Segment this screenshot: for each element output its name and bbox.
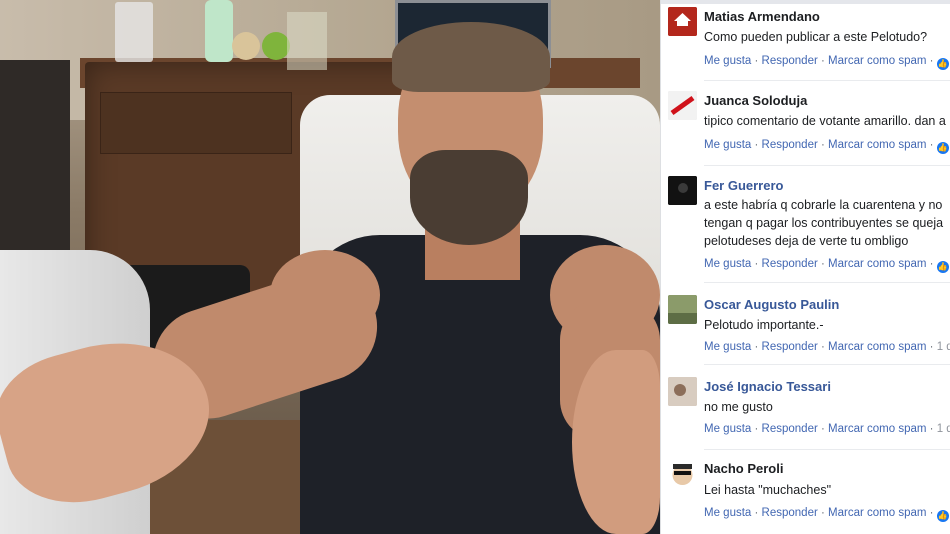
comment-text: tipico comentario de votante amarillo. d… xyxy=(704,114,946,128)
thumbs-up-icon: 👍 xyxy=(936,58,949,70)
avatar[interactable] xyxy=(668,460,697,489)
face-icon xyxy=(668,460,697,489)
divider xyxy=(704,449,950,450)
thumbs-up-icon: 👍 xyxy=(936,142,949,154)
avatar[interactable] xyxy=(668,91,697,120)
divider xyxy=(704,364,950,365)
house-icon xyxy=(668,7,697,36)
like-link[interactable]: Me gusta xyxy=(704,341,751,353)
spam-link[interactable]: Marcar como spam xyxy=(828,139,926,151)
profile-photo-icon xyxy=(668,176,697,205)
commenter-name[interactable]: Matias Armendano xyxy=(704,9,820,24)
person xyxy=(0,0,660,534)
team-crest-icon xyxy=(668,91,697,120)
comment-actions: Me gusta · Responder · Marcar como spam … xyxy=(704,423,950,435)
photo xyxy=(0,0,660,534)
commenter-name[interactable]: José Ignacio Tessari xyxy=(704,379,831,394)
comment-text: Como pueden publicar a este Pelotudo? xyxy=(704,30,928,44)
spam-link[interactable]: Marcar como spam xyxy=(828,507,926,519)
like-link[interactable]: Me gusta xyxy=(704,507,751,519)
comment-actions: Me gusta · Responder · Marcar como spam … xyxy=(704,55,949,70)
reply-link[interactable]: Responder xyxy=(762,55,818,67)
divider xyxy=(704,80,950,81)
avatar[interactable] xyxy=(668,176,697,205)
comment-text: no me gusto xyxy=(704,400,773,414)
profile-photo-icon xyxy=(668,377,697,406)
like-link[interactable]: Me gusta xyxy=(704,55,751,67)
comment-text-line-1: a este habría q cobrarle la cuarentena y… xyxy=(704,198,943,212)
comment-actions: Me gusta · Responder · Marcar como spam … xyxy=(704,341,950,353)
avatar[interactable] xyxy=(668,377,697,406)
reply-link[interactable]: Responder xyxy=(762,258,818,270)
like-link[interactable]: Me gusta xyxy=(704,423,751,435)
thumbs-up-icon: 👍 xyxy=(936,510,949,522)
commenter-name[interactable]: Juanca Soloduja xyxy=(704,93,807,108)
avatar[interactable] xyxy=(668,295,697,324)
comment-actions: Me gusta · Responder · Marcar como spam … xyxy=(704,139,949,154)
reply-link[interactable]: Responder xyxy=(762,139,818,151)
profile-photo-icon xyxy=(668,295,697,324)
commenter-name[interactable]: Fer Guerrero xyxy=(704,178,783,193)
comments-panel: Matias Armendano Como pueden publicar a … xyxy=(660,0,950,534)
hair xyxy=(392,22,550,92)
spam-link[interactable]: Marcar como spam xyxy=(828,423,926,435)
divider xyxy=(704,282,950,283)
reply-link[interactable]: Responder xyxy=(762,341,818,353)
timestamp: 1 d xyxy=(936,341,950,353)
comment-text-line-3: pelotudeses deja de verte tu ombligo xyxy=(704,234,909,248)
reply-link[interactable]: Responder xyxy=(762,423,818,435)
comment-text: Pelotudo importante.- xyxy=(704,318,824,332)
spam-link[interactable]: Marcar como spam xyxy=(828,341,926,353)
commenter-name[interactable]: Oscar Augusto Paulin xyxy=(704,297,839,312)
divider xyxy=(704,165,950,166)
hand xyxy=(572,350,660,534)
like-link[interactable]: Me gusta xyxy=(704,258,751,270)
comment-actions: Me gusta · Responder · Marcar como spam … xyxy=(704,507,949,522)
comment-actions: Me gusta · Responder · Marcar como spam … xyxy=(704,258,949,273)
commenter-name[interactable]: Nacho Peroli xyxy=(704,461,783,476)
timestamp: 1 d xyxy=(936,423,950,435)
reply-link[interactable]: Responder xyxy=(762,507,818,519)
spam-link[interactable]: Marcar como spam xyxy=(828,258,926,270)
spam-link[interactable]: Marcar como spam xyxy=(828,55,926,67)
thumbs-up-icon: 👍 xyxy=(936,261,949,273)
comment-text: Lei hasta "muchaches" xyxy=(704,483,832,497)
comment-text-line-2: tengan q pagar los contribuyentes se que… xyxy=(704,216,944,230)
like-link[interactable]: Me gusta xyxy=(704,139,751,151)
avatar[interactable] xyxy=(668,7,697,36)
panel-edge xyxy=(661,0,950,4)
beard xyxy=(410,150,528,245)
